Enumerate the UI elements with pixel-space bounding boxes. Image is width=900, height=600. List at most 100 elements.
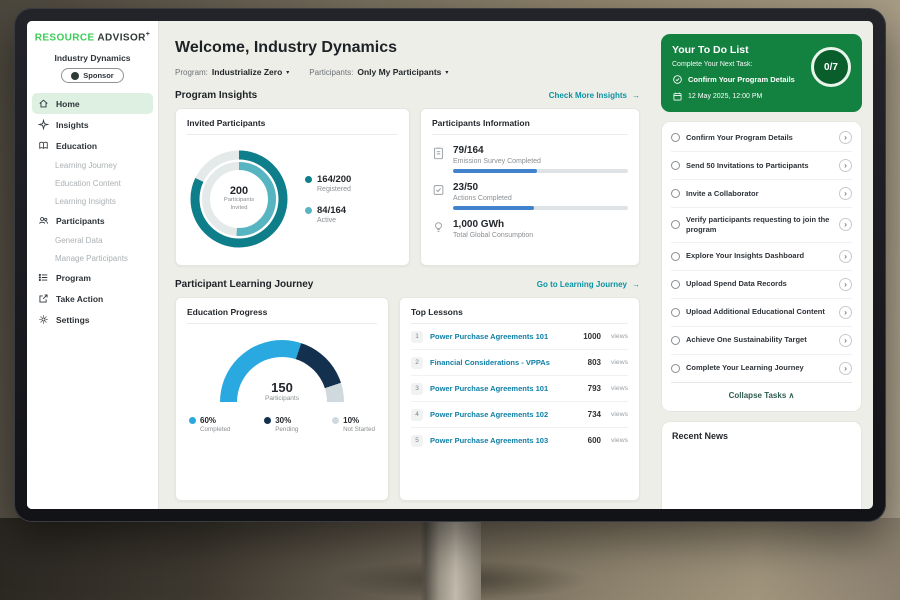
task-item[interactable]: Invite a Collaborator › <box>671 180 852 208</box>
task-checkbox[interactable] <box>671 336 680 345</box>
lesson-link[interactable]: Power Purchase Agreements 102 <box>430 410 581 419</box>
stat-actions-completed: 23/50 Actions Completed <box>432 182 628 210</box>
sidebar-item-participants[interactable]: Participants <box>27 210 158 231</box>
collapse-tasks-button[interactable]: Collapse Tasks ∧ <box>671 383 852 409</box>
task-item[interactable]: Achieve One Sustainability Target › <box>671 327 852 355</box>
task-checkbox[interactable] <box>671 364 680 373</box>
todo-next-task[interactable]: Confirm Your Program Details <box>672 74 812 85</box>
lesson-views: 1000 <box>583 332 601 341</box>
legend-not-started: 10% Not Started <box>332 416 375 433</box>
sidebar-item-take-action[interactable]: Take Action <box>27 288 158 309</box>
sidebar-item-education-content[interactable]: Education Content <box>27 174 158 192</box>
task-checkbox[interactable] <box>671 133 680 142</box>
home-icon <box>38 98 49 109</box>
todo-due-label: 12 May 2025, 12:00 PM <box>688 93 762 100</box>
chevron-right-icon[interactable]: › <box>839 362 852 375</box>
task-label: Confirm Your Program Details <box>686 133 833 143</box>
learning-journey-header: Participant Learning Journey Go to Learn… <box>175 279 640 290</box>
task-item[interactable]: Confirm Your Program Details › <box>671 124 852 152</box>
program-insights-header: Program Insights Check More Insights → <box>175 90 640 101</box>
sponsor-label: Sponsor <box>83 71 113 80</box>
invited-donut-chart: 200 Participants Invited <box>187 147 291 251</box>
chevron-right-icon[interactable]: › <box>839 187 852 200</box>
todo-task-list: Confirm Your Program Details › Send 50 I… <box>661 121 862 412</box>
chevron-right-icon[interactable]: › <box>839 159 852 172</box>
stat-value: 79/164 <box>453 145 628 156</box>
card-title: Education Progress <box>187 307 377 324</box>
sidebar: RESOURCE ADVISOR+ Industry Dynamics Spon… <box>27 21 159 509</box>
chevron-right-icon[interactable]: › <box>839 131 852 144</box>
task-checkbox[interactable] <box>671 252 680 261</box>
go-to-learning-journey-link[interactable]: Go to Learning Journey → <box>537 280 640 289</box>
sidebar-item-label: Program <box>56 273 91 283</box>
lesson-views-unit: views <box>611 333 628 340</box>
task-item[interactable]: Upload Spend Data Records › <box>671 271 852 299</box>
lesson-row: 5 Power Purchase Agreements 103 600 view… <box>411 428 628 453</box>
chevron-right-icon[interactable]: › <box>839 250 852 263</box>
task-checkbox[interactable] <box>671 308 680 317</box>
lesson-link[interactable]: Power Purchase Agreements 101 <box>430 332 576 341</box>
sidebar-item-program[interactable]: Program <box>27 267 158 288</box>
stat-label: Emission Survey Completed <box>453 158 628 165</box>
sidebar-item-settings[interactable]: Settings <box>27 309 158 330</box>
lesson-link[interactable]: Power Purchase Agreements 101 <box>430 384 581 393</box>
task-item[interactable]: Send 50 Invitations to Participants › <box>671 152 852 180</box>
sidebar-item-label: Education <box>56 141 97 151</box>
gauge-center-label: Participants <box>220 395 344 402</box>
education-progress-gauge: 150 Participants <box>220 340 344 402</box>
program-filter[interactable]: Program: Industrialize Zero ▾ <box>175 67 289 77</box>
sidebar-item-learning-insights[interactable]: Learning Insights <box>27 192 158 210</box>
chevron-right-icon[interactable]: › <box>839 334 852 347</box>
sidebar-item-label: Settings <box>56 315 90 325</box>
insights-cards-row: Invited Participants 200 Participants In… <box>175 108 640 266</box>
chevron-right-icon[interactable]: › <box>839 218 852 231</box>
chevron-right-icon[interactable]: › <box>839 278 852 291</box>
check-more-insights-link[interactable]: Check More Insights → <box>549 91 640 100</box>
energy-icon <box>432 220 445 234</box>
legend-value: 60% <box>200 416 216 425</box>
sidebar-item-home[interactable]: Home <box>32 93 153 114</box>
education-progress-card: Education Progress 150 Participants <box>175 297 389 501</box>
actions-icon <box>432 183 445 197</box>
chevron-right-icon[interactable]: › <box>839 306 852 319</box>
lesson-link[interactable]: Power Purchase Agreements 103 <box>430 436 581 445</box>
donut-center-label: Participants Invited <box>217 197 261 212</box>
task-item[interactable]: Verify participants requesting to join t… <box>671 208 852 243</box>
lesson-link[interactable]: Financial Considerations - VPPAs <box>430 358 581 367</box>
logo-plus: + <box>146 31 151 38</box>
chevron-down-icon: ▾ <box>445 69 448 76</box>
check-circle-icon <box>672 74 683 85</box>
stat-value: 23/50 <box>453 182 628 193</box>
legend-completed: 60% Completed <box>189 416 230 433</box>
take-action-icon <box>38 293 49 304</box>
sidebar-item-learning-journey[interactable]: Learning Journey <box>27 156 158 174</box>
task-checkbox[interactable] <box>671 161 680 170</box>
legend-value: 164/200 <box>317 174 351 185</box>
monitor-bezel: RESOURCE ADVISOR+ Industry Dynamics Spon… <box>14 8 886 522</box>
lesson-views-unit: views <box>611 359 628 366</box>
task-checkbox[interactable] <box>671 220 680 229</box>
stat-emission-survey: 79/164 Emission Survey Completed <box>432 145 628 173</box>
stat-label: Total Global Consumption <box>453 232 533 239</box>
participants-filter[interactable]: Participants: Only My Participants ▾ <box>309 67 448 77</box>
sidebar-item-label: Insights <box>56 120 89 130</box>
sidebar-item-label: Home <box>56 99 80 109</box>
filter-bar: Program: Industrialize Zero ▾ Participan… <box>175 67 640 77</box>
task-item[interactable]: Upload Additional Educational Content › <box>671 299 852 327</box>
card-title: Top Lessons <box>411 307 628 324</box>
task-checkbox[interactable] <box>671 189 680 198</box>
task-checkbox[interactable] <box>671 280 680 289</box>
lesson-views-unit: views <box>611 411 628 418</box>
lesson-views: 803 <box>588 358 601 367</box>
lesson-row: 3 Power Purchase Agreements 101 793 view… <box>411 376 628 402</box>
sidebar-item-general-data[interactable]: General Data <box>27 231 158 249</box>
legend-dot <box>264 417 271 424</box>
sidebar-item-education[interactable]: Education <box>27 135 158 156</box>
lesson-views: 734 <box>588 410 601 419</box>
task-label: Invite a Collaborator <box>686 189 833 199</box>
sidebar-item-manage-participants[interactable]: Manage Participants <box>27 249 158 267</box>
donut-center-value: 200 <box>230 185 248 197</box>
task-item[interactable]: Explore Your Insights Dashboard › <box>671 243 852 271</box>
task-item[interactable]: Complete Your Learning Journey › <box>671 355 852 383</box>
sidebar-item-insights[interactable]: Insights <box>27 114 158 135</box>
